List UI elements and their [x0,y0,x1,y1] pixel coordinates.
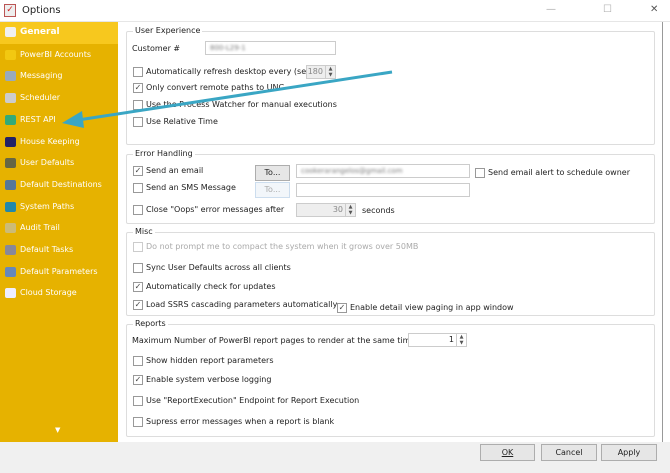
arrow-line [77,70,393,122]
annotation-arrow [62,70,393,128]
arrow-head [62,111,84,128]
